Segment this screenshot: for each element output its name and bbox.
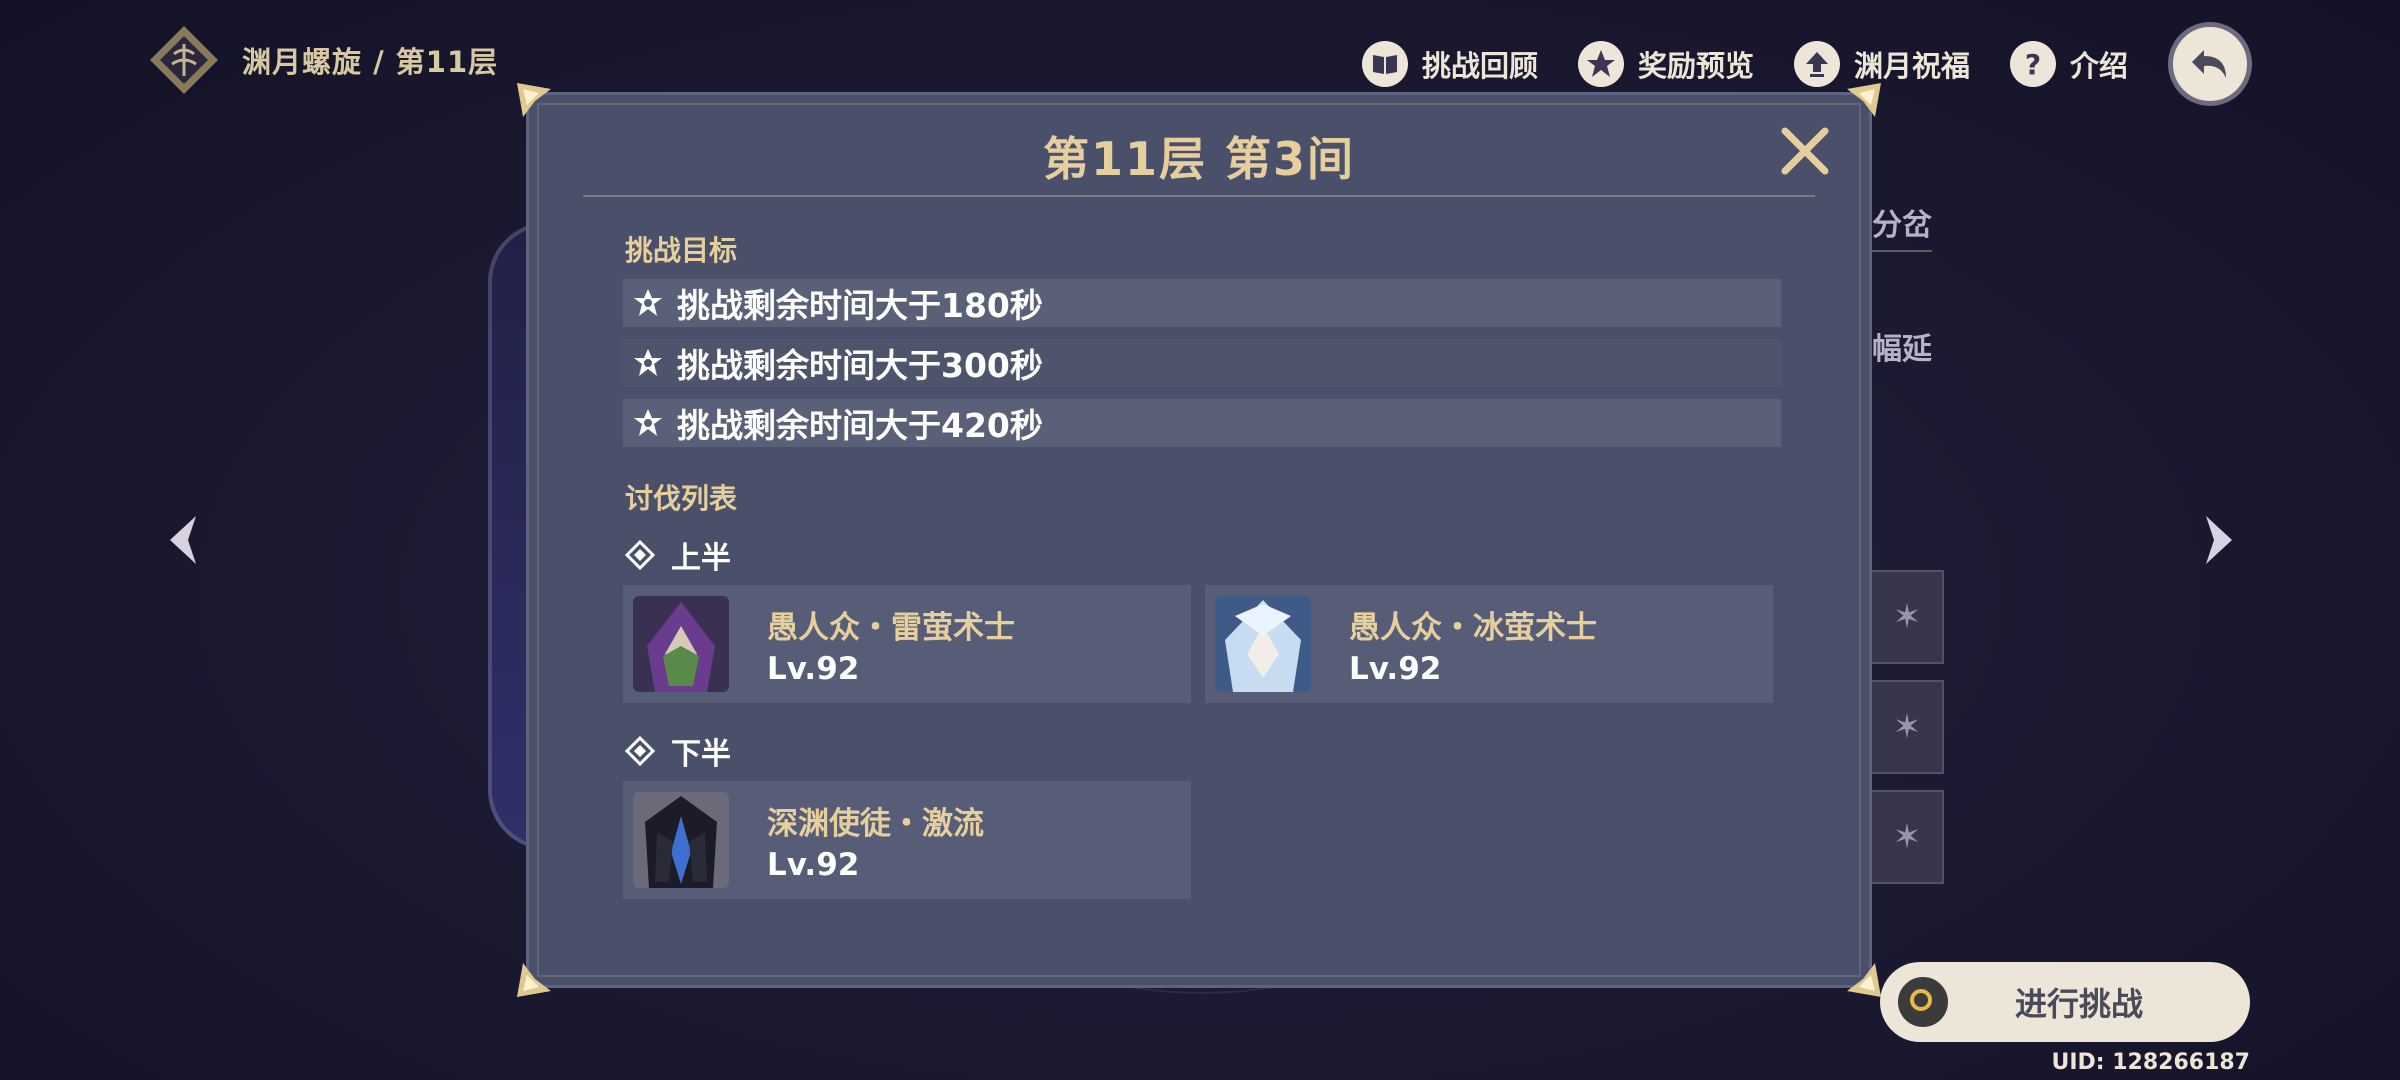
intro-label: 介绍 xyxy=(2069,49,2128,83)
reward-star-icon xyxy=(1577,41,1624,87)
abyss-star-icon xyxy=(634,349,662,376)
corner-ornament-icon xyxy=(517,83,551,117)
first-half-text: 上半 xyxy=(671,541,731,576)
background-reward-slot: ✶ xyxy=(1870,680,1944,774)
start-challenge-label: 进行挑战 xyxy=(2014,985,2143,1023)
background-tab-text: 分岔 xyxy=(1872,200,1932,252)
previous-chamber-arrow[interactable] xyxy=(156,510,216,570)
objective-row: 挑战剩余时间大于420秒 xyxy=(623,399,1781,447)
challenge-review-label: 挑战回顾 xyxy=(1421,49,1538,83)
background-reward-slot: ✶ xyxy=(1870,570,1944,664)
corner-ornament-icon xyxy=(1847,83,1881,117)
dialog-title: 第11层 第3间 xyxy=(1042,132,1356,186)
corner-ornament-icon xyxy=(1847,963,1881,997)
objective-row: 挑战剩余时间大于300秒 xyxy=(623,339,1781,387)
second-half-text: 下半 xyxy=(671,737,731,772)
enemy-name: 愚人众・雷萤术士 xyxy=(767,609,1015,646)
objective-text: 挑战剩余时间大于420秒 xyxy=(677,406,1043,445)
enemy-level: Lv.92 xyxy=(767,650,860,687)
reward-preview-button[interactable]: 奖励预览 xyxy=(1577,41,1754,87)
enemy-info: 愚人众・冰萤术士 Lv.92 xyxy=(1349,602,1597,687)
diamond-icon xyxy=(625,540,655,570)
diamond-icon xyxy=(625,736,655,766)
upload-arrow-icon xyxy=(1793,41,1840,87)
cryo-cicin-mage-avatar xyxy=(1215,596,1311,692)
enemy-level: Lv.92 xyxy=(1349,650,1442,687)
abyss-star-icon xyxy=(634,289,662,316)
back-arrow-icon xyxy=(2192,50,2226,78)
enemy-card[interactable]: 愚人众・冰萤术士 Lv.92 xyxy=(1205,585,1773,703)
enemy-name: 愚人众・冰萤术士 xyxy=(1349,609,1597,646)
back-button[interactable] xyxy=(2168,22,2252,106)
background-desc-text: 幅延 xyxy=(1872,332,1932,367)
enemy-info: 愚人众・雷萤术士 Lv.92 xyxy=(767,602,1015,687)
arrow-left-icon xyxy=(170,516,196,564)
close-icon[interactable] xyxy=(1779,125,1831,177)
second-half-label: 下半 xyxy=(625,729,731,773)
first-half-label: 上半 xyxy=(625,533,731,577)
objective-text: 挑战剩余时间大于180秒 xyxy=(677,286,1043,325)
start-challenge-button[interactable]: 进行挑战 xyxy=(1880,962,2250,1042)
header-left: 渊月螺旋 / 第11层 xyxy=(148,24,498,96)
corner-ornament-icon xyxy=(517,963,551,997)
abyss-star-icon xyxy=(634,409,662,436)
confirm-circle-icon xyxy=(1898,977,1948,1027)
title-divider xyxy=(583,195,1815,197)
reward-preview-label: 奖励预览 xyxy=(1637,49,1754,83)
enemy-card[interactable]: 愚人众・雷萤术士 Lv.92 xyxy=(623,585,1191,703)
arrow-right-icon xyxy=(2206,516,2232,564)
challenge-review-button[interactable]: 挑战回顾 xyxy=(1361,41,1538,87)
abyss-blessing-label: 渊月祝福 xyxy=(1853,49,1970,83)
intro-button[interactable]: ? 介绍 xyxy=(2009,41,2128,87)
uid-text: UID: 128266187 xyxy=(2051,1050,2250,1075)
next-chamber-arrow[interactable] xyxy=(2186,510,2246,570)
enemy-list-heading: 讨伐列表 xyxy=(625,482,738,515)
enemy-info: 深渊使徒・激流 Lv.92 xyxy=(767,798,984,883)
objectives-heading: 挑战目标 xyxy=(625,234,738,267)
electro-cicin-mage-avatar xyxy=(633,596,729,692)
breadcrumb: 渊月螺旋 / 第11层 xyxy=(242,45,499,79)
enemy-card[interactable]: 深渊使徒・激流 Lv.92 xyxy=(623,781,1191,899)
abyss-herald-avatar xyxy=(633,792,729,888)
background-reward-slot: ✶ xyxy=(1870,790,1944,884)
objective-text: 挑战剩余时间大于300秒 xyxy=(677,346,1043,385)
enemy-name: 深渊使徒・激流 xyxy=(767,805,984,842)
chamber-detail-dialog: 第11层 第3间 挑战目标 挑战剩余时间大于180秒 挑战剩余时间大于300秒 … xyxy=(517,83,1881,997)
question-icon: ? xyxy=(2009,41,2056,87)
book-icon xyxy=(1361,41,1408,87)
enemy-level: Lv.92 xyxy=(767,846,860,883)
objective-row: 挑战剩余时间大于180秒 xyxy=(623,279,1781,327)
spiral-abyss-emblem-icon xyxy=(148,24,220,96)
